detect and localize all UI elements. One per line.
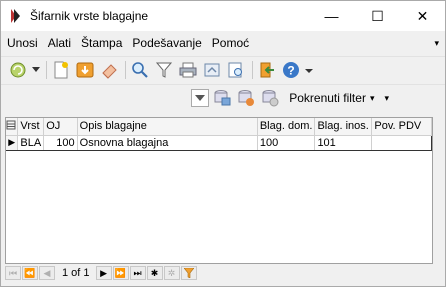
cell-opis[interactable]: Osnovna blagajna bbox=[77, 134, 258, 151]
filter-icon[interactable] bbox=[180, 266, 197, 280]
column-chooser-icon[interactable] bbox=[6, 118, 19, 136]
refresh-icon[interactable] bbox=[7, 59, 29, 81]
pager-text: 1 of 1 bbox=[62, 267, 90, 279]
toolbar-separator bbox=[46, 61, 47, 79]
column-header-blag-dom[interactable]: Blag. dom. bbox=[257, 118, 316, 136]
grid-header: Vrst OJ Opis blagajne Blag. dom. Blag. i… bbox=[6, 118, 432, 136]
column-header-oj[interactable]: OJ bbox=[43, 118, 78, 136]
last-page-button[interactable]: ⏭ bbox=[129, 266, 146, 280]
menu-podesavanje[interactable]: Podešavanje bbox=[128, 36, 205, 50]
cell-oj[interactable]: 100 bbox=[43, 134, 78, 151]
help-icon[interactable]: ? bbox=[280, 59, 302, 81]
pager-bar: ⏮ ⏪ ◀ 1 of 1 ▶ ⏩ ⏭ ✱ ✲ bbox=[5, 264, 433, 282]
cell-blag-dom[interactable]: 100 bbox=[257, 134, 316, 151]
menu-bar: Unosi Alati Štampa Podešavanje Pomoć ▾ bbox=[1, 32, 445, 54]
menu-alati[interactable]: Alati bbox=[44, 36, 75, 50]
new-document-icon[interactable] bbox=[50, 59, 72, 81]
prev-page-button[interactable]: ◀ bbox=[39, 266, 55, 280]
row-indicator-icon: ▶ bbox=[6, 134, 19, 151]
database-remove-icon[interactable] bbox=[235, 87, 257, 109]
collapse-button[interactable] bbox=[191, 89, 210, 107]
main-toolbar: ? bbox=[1, 56, 445, 83]
exit-icon[interactable] bbox=[256, 59, 278, 81]
table-row[interactable]: ▶ BLA 100 Osnovna blagajna 100 101 bbox=[6, 134, 432, 151]
dropdown-arrow-icon[interactable] bbox=[31, 59, 41, 81]
remove-record-icon[interactable]: ✲ bbox=[163, 266, 180, 280]
column-header-blag-inos[interactable]: Blag. inos. bbox=[314, 118, 373, 136]
data-grid[interactable]: Vrst OJ Opis blagajne Blag. dom. Blag. i… bbox=[5, 117, 433, 264]
eraser-icon[interactable] bbox=[98, 59, 120, 81]
cell-vrsta[interactable]: BLA bbox=[17, 134, 45, 151]
svg-text:?: ? bbox=[287, 64, 294, 78]
cell-pov-pdv[interactable] bbox=[371, 134, 432, 151]
search-icon[interactable] bbox=[129, 59, 151, 81]
column-header-opis[interactable]: Opis blagajne bbox=[77, 118, 258, 136]
add-record-icon[interactable]: ✱ bbox=[146, 266, 163, 280]
close-button[interactable]: ✕ bbox=[400, 1, 445, 31]
filter-toolbar: Pokrenuti filter ▾ ▾ bbox=[1, 84, 445, 111]
window: Šifarnik vrste blagajne — ☐ ✕ Unosi Alat… bbox=[0, 0, 446, 287]
title-bar: Šifarnik vrste blagajne — ☐ ✕ bbox=[1, 1, 445, 31]
app-icon bbox=[8, 8, 24, 24]
overflow-icon[interactable]: ▾ bbox=[384, 93, 389, 104]
maximize-button[interactable]: ☐ bbox=[355, 1, 400, 31]
column-header-pov-pdv[interactable]: Pov. PDV bbox=[371, 118, 432, 136]
next-page-button[interactable]: ▶ bbox=[95, 266, 112, 280]
menu-unosi[interactable]: Unosi bbox=[3, 36, 42, 50]
cell-blag-inos[interactable]: 101 bbox=[314, 134, 373, 151]
menu-pomoc[interactable]: Pomoć bbox=[208, 36, 253, 50]
overflow-icon[interactable] bbox=[304, 59, 314, 81]
toolbar-separator bbox=[252, 61, 253, 79]
grid-table: Vrst OJ Opis blagajne Blag. dom. Blag. i… bbox=[6, 118, 432, 151]
next-page-jump-button[interactable]: ⏩ bbox=[112, 266, 129, 280]
database-add-icon[interactable] bbox=[259, 87, 281, 109]
filter-run-button[interactable]: Pokrenuti filter bbox=[289, 91, 366, 105]
preview-icon[interactable] bbox=[225, 59, 247, 81]
print-icon[interactable] bbox=[177, 59, 199, 81]
toolbar-separator bbox=[125, 61, 126, 79]
filter-dropdown-icon[interactable]: ▾ bbox=[370, 93, 375, 104]
grid-settings-icon[interactable] bbox=[211, 87, 233, 109]
prev-page-jump-button[interactable]: ⏪ bbox=[22, 266, 38, 280]
menu-overflow-icon[interactable]: ▾ bbox=[434, 38, 439, 49]
export-icon[interactable] bbox=[201, 59, 223, 81]
save-icon[interactable] bbox=[74, 59, 96, 81]
filter-icon[interactable] bbox=[153, 59, 175, 81]
column-header-vrsta[interactable]: Vrst bbox=[17, 118, 45, 136]
minimize-button[interactable]: — bbox=[309, 1, 354, 31]
menu-stampa[interactable]: Štampa bbox=[77, 36, 126, 50]
first-page-button[interactable]: ⏮ bbox=[5, 266, 21, 280]
window-title: Šifarnik vrste blagajne bbox=[30, 9, 149, 23]
